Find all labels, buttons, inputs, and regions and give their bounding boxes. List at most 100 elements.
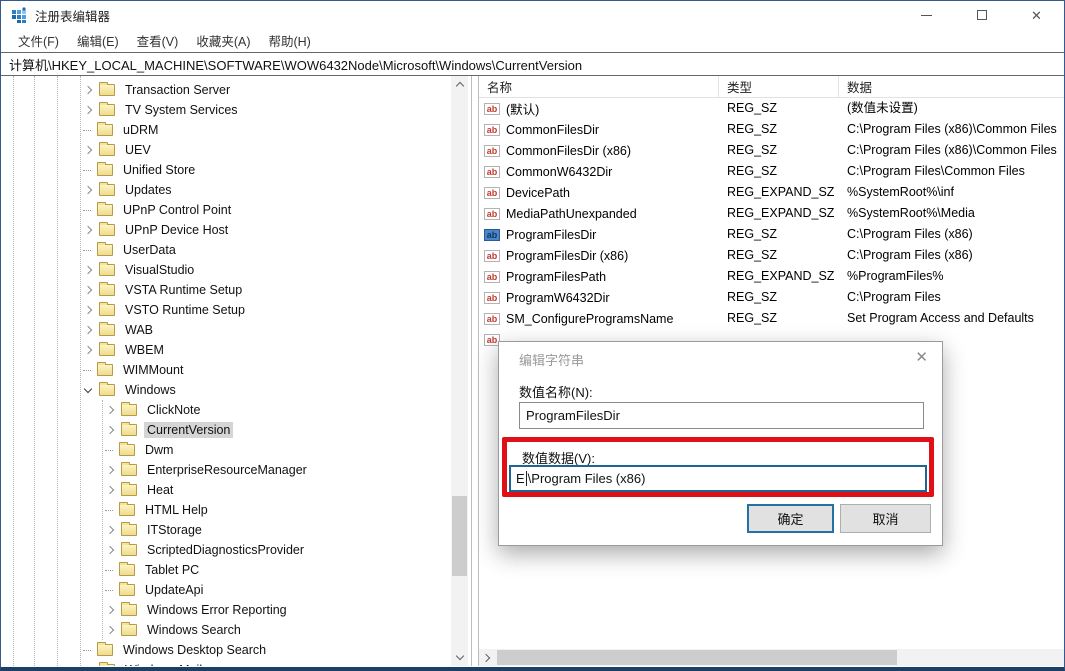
tree-item-windows-mail[interactable]: Windows Mail bbox=[1, 660, 451, 666]
list-scrollbar-thumb[interactable] bbox=[497, 650, 897, 665]
chevron-right-icon[interactable] bbox=[84, 346, 92, 354]
value-row-mediapathunexpanded[interactable]: abMediaPathUnexpandedREG_EXPAND_SZ%Syste… bbox=[479, 203, 1065, 224]
tree-item-tablet-pc[interactable]: Tablet PC bbox=[1, 560, 451, 580]
menu-item-E[interactable]: 编辑(E) bbox=[68, 28, 128, 53]
list-horizontal-scrollbar[interactable] bbox=[479, 649, 1065, 666]
tree-item-windows-error-reporting[interactable]: Windows Error Reporting bbox=[1, 600, 451, 620]
string-value-icon: ab bbox=[484, 103, 500, 115]
tree-item-windows-desktop-search[interactable]: Windows Desktop Search bbox=[1, 640, 451, 660]
tree-item-heat[interactable]: Heat bbox=[1, 480, 451, 500]
chevron-right-icon[interactable] bbox=[84, 266, 92, 274]
string-value-icon: ab bbox=[484, 145, 500, 157]
column-header-1[interactable]: 名称 bbox=[479, 76, 719, 97]
chevron-right-icon[interactable] bbox=[84, 86, 92, 94]
chevron-right-icon[interactable] bbox=[84, 106, 92, 114]
tree-stub-icon bbox=[83, 170, 91, 171]
chevron-right-icon[interactable] bbox=[106, 626, 114, 634]
tree-item-html-help[interactable]: HTML Help bbox=[1, 500, 451, 520]
value-name-text: ProgramW6432Dir bbox=[506, 291, 610, 305]
value-row-devicepath[interactable]: abDevicePathREG_EXPAND_SZ%SystemRoot%\in… bbox=[479, 182, 1065, 203]
address-bar[interactable]: 计算机\HKEY_LOCAL_MACHINE\SOFTWARE\WOW6432N… bbox=[1, 52, 1064, 76]
value-data-field[interactable]: E\Program Files (x86) bbox=[509, 465, 927, 492]
tree-item-wbem[interactable]: WBEM bbox=[1, 340, 451, 360]
tree-item-dwm[interactable]: Dwm bbox=[1, 440, 451, 460]
value-row-programw6432dir[interactable]: abProgramW6432DirREG_SZC:\Program Files bbox=[479, 287, 1065, 308]
menu-item-V[interactable]: 查看(V) bbox=[128, 28, 188, 53]
chevron-right-icon[interactable] bbox=[84, 186, 92, 194]
chevron-right-icon[interactable] bbox=[106, 606, 114, 614]
tree-stub-icon bbox=[105, 510, 113, 511]
tree-item-vsta-runtime-setup[interactable]: VSTA Runtime Setup bbox=[1, 280, 451, 300]
menu-item-F[interactable]: 文件(F) bbox=[9, 28, 68, 53]
tree-item-clicknote[interactable]: ClickNote bbox=[1, 400, 451, 420]
tree-item-upnp-device-host[interactable]: UPnP Device Host bbox=[1, 220, 451, 240]
tree-item-uev[interactable]: UEV bbox=[1, 140, 451, 160]
close-button[interactable]: ✕ bbox=[1009, 1, 1064, 29]
minimize-button[interactable] bbox=[899, 1, 954, 29]
tree-scrollbar-thumb[interactable] bbox=[452, 496, 467, 576]
tree-item-vsto-runtime-setup[interactable]: VSTO Runtime Setup bbox=[1, 300, 451, 320]
tree-item-label: Updates bbox=[122, 182, 175, 198]
value-row-commonfilesdir-x86-[interactable]: abCommonFilesDir (x86)REG_SZC:\Program F… bbox=[479, 140, 1065, 161]
chevron-right-icon[interactable] bbox=[106, 486, 114, 494]
registry-editor-window: 注册表编辑器 ✕ 文件(F)编辑(E)查看(V)收藏夹(A)帮助(H) 计算机\… bbox=[0, 0, 1065, 671]
tree-item-wimmount[interactable]: WIMMount bbox=[1, 360, 451, 380]
tree-item-updateapi[interactable]: UpdateApi bbox=[1, 580, 451, 600]
scroll-down-button[interactable] bbox=[451, 649, 468, 666]
chevron-down-icon[interactable] bbox=[84, 384, 92, 392]
chevron-right-icon[interactable] bbox=[106, 426, 114, 434]
chevron-right-icon[interactable] bbox=[84, 326, 92, 334]
chevron-right-icon[interactable] bbox=[106, 466, 114, 474]
dialog-close-icon[interactable]: ✕ bbox=[915, 348, 928, 366]
tree-item-upnp-control-point[interactable]: UPnP Control Point bbox=[1, 200, 451, 220]
menu-item-A[interactable]: 收藏夹(A) bbox=[187, 28, 259, 53]
tree-item-label: ITStorage bbox=[144, 522, 205, 538]
tree-item-visualstudio[interactable]: VisualStudio bbox=[1, 260, 451, 280]
ok-button[interactable]: 确定 bbox=[747, 504, 834, 533]
chevron-right-icon[interactable] bbox=[106, 546, 114, 554]
column-header-3[interactable]: 数据 bbox=[839, 76, 1065, 97]
tree-item-enterpriseresourcemanager[interactable]: EnterpriseResourceManager bbox=[1, 460, 451, 480]
folder-icon bbox=[119, 584, 135, 596]
tree-item-windows[interactable]: Windows bbox=[1, 380, 451, 400]
value-row-sm_configureprogramsname[interactable]: abSM_ConfigureProgramsNameREG_SZSet Prog… bbox=[479, 308, 1065, 329]
tree-item-windows-search[interactable]: Windows Search bbox=[1, 620, 451, 640]
scroll-up-button[interactable] bbox=[451, 76, 468, 93]
tree-item-transaction-server[interactable]: Transaction Server bbox=[1, 80, 451, 100]
chevron-right-icon[interactable] bbox=[106, 406, 114, 414]
tree-item-itstorage[interactable]: ITStorage bbox=[1, 520, 451, 540]
chevron-right-icon[interactable] bbox=[84, 286, 92, 294]
pane-splitter[interactable] bbox=[471, 76, 479, 666]
tree-item-currentversion[interactable]: CurrentVersion bbox=[1, 420, 451, 440]
value-row-commonfilesdir[interactable]: abCommonFilesDirREG_SZC:\Program Files (… bbox=[479, 119, 1065, 140]
folder-icon bbox=[121, 424, 137, 436]
value-row-programfilespath[interactable]: abProgramFilesPathREG_EXPAND_SZ%ProgramF… bbox=[479, 266, 1065, 287]
tree-item-tv-system-services[interactable]: TV System Services bbox=[1, 100, 451, 120]
tree-item-unified-store[interactable]: Unified Store bbox=[1, 160, 451, 180]
chevron-right-icon[interactable] bbox=[84, 226, 92, 234]
tree-item-userdata[interactable]: UserData bbox=[1, 240, 451, 260]
menu-item-H[interactable]: 帮助(H) bbox=[259, 28, 319, 53]
tree-item-updates[interactable]: Updates bbox=[1, 180, 451, 200]
tree-vertical-scrollbar[interactable] bbox=[451, 76, 468, 666]
value-name-field[interactable]: ProgramFilesDir bbox=[519, 402, 924, 429]
value-name-text: CommonFilesDir (x86) bbox=[506, 144, 631, 158]
maximize-button[interactable] bbox=[954, 1, 1009, 29]
value-row-programfilesdir[interactable]: abProgramFilesDirREG_SZC:\Program Files … bbox=[479, 224, 1065, 245]
ok-button-label: 确定 bbox=[777, 509, 803, 528]
tree-item-label: HTML Help bbox=[142, 502, 211, 518]
value-row-commonw6432dir[interactable]: abCommonW6432DirREG_SZC:\Program Files\C… bbox=[479, 161, 1065, 182]
chevron-right-icon[interactable] bbox=[106, 526, 114, 534]
cancel-button[interactable]: 取消 bbox=[840, 504, 931, 533]
chevron-right-icon[interactable] bbox=[84, 306, 92, 314]
registry-path: 计算机\HKEY_LOCAL_MACHINE\SOFTWARE\WOW6432N… bbox=[9, 55, 582, 74]
tree-item-wab[interactable]: WAB bbox=[1, 320, 451, 340]
value-row--[interactable]: ab(默认)REG_SZ(数值未设置) bbox=[479, 98, 1065, 119]
chevron-right-icon[interactable] bbox=[84, 146, 92, 154]
column-header-2[interactable]: 类型 bbox=[719, 76, 839, 97]
scroll-right-button[interactable] bbox=[479, 649, 496, 666]
tree-item-label: UpdateApi bbox=[142, 582, 206, 598]
value-row-programfilesdir-x86-[interactable]: abProgramFilesDir (x86)REG_SZC:\Program … bbox=[479, 245, 1065, 266]
tree-item-udrm[interactable]: uDRM bbox=[1, 120, 451, 140]
tree-item-scripteddiagnosticsprovider[interactable]: ScriptedDiagnosticsProvider bbox=[1, 540, 451, 560]
